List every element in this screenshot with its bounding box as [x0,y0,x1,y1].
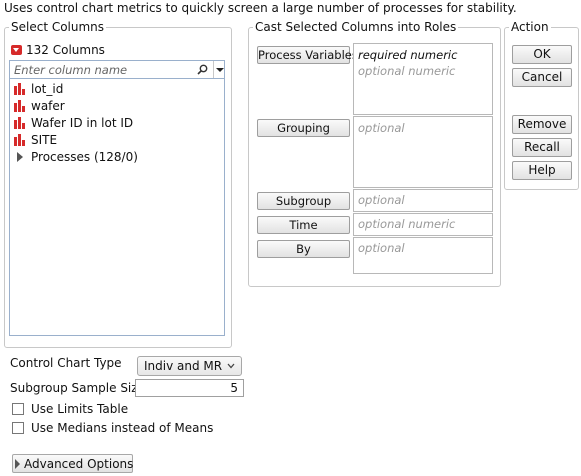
column-item-label: SITE [31,133,58,147]
column-count-menu[interactable]: 132 Columns [11,43,105,57]
remove-button[interactable]: Remove [512,115,572,134]
time-role-box[interactable]: optional numeric [353,213,493,236]
column-item-lot-id[interactable]: lot_id [14,81,63,97]
expand-triangle-icon[interactable] [17,152,23,162]
process-variables-role-box[interactable]: required numeric optional numeric [353,43,493,115]
red-triangle-menu-icon[interactable] [11,45,22,55]
control-chart-type-label: Control Chart Type [10,356,122,370]
column-count-label: 132 Columns [26,43,105,57]
grouping-optional-hint: optional [358,121,405,135]
action-legend: Action [511,20,549,34]
time-optional-hint: optional numeric [358,217,456,231]
column-item-wafer-id-in-lot-id[interactable]: Wafer ID in lot ID [14,115,133,131]
control-chart-type-value: Indiv and MR [144,359,223,373]
column-search-box [9,60,225,79]
bar-chart-icon [14,83,25,95]
use-medians-option[interactable]: Use Medians instead of Means [12,421,213,435]
use-limits-table-label: Use Limits Table [31,402,129,416]
column-item-wafer[interactable]: wafer [14,98,65,114]
expand-triangle-icon [15,458,20,469]
column-item-site[interactable]: SITE [14,132,57,148]
column-search-input[interactable] [10,61,208,78]
grouping-role-box[interactable]: optional [353,116,493,188]
subgroup-sample-size-input[interactable]: 5 [135,379,244,397]
advanced-options-button[interactable]: Advanced Options [12,454,133,473]
help-button[interactable]: Help [512,161,572,180]
by-optional-hint: optional [358,241,405,255]
column-item-label: wafer [31,99,65,113]
bar-chart-icon [14,117,25,129]
column-item-label: Wafer ID in lot ID [31,116,134,130]
cancel-button[interactable]: Cancel [512,68,572,87]
grouping-button[interactable]: Grouping [257,119,350,137]
search-options-dropdown-icon[interactable] [213,61,226,78]
subgroup-sample-size-label: Subgroup Sample Size [10,381,145,395]
bar-chart-icon [14,134,25,146]
time-button[interactable]: Time [257,216,350,234]
search-icon[interactable] [197,64,208,75]
use-medians-checkbox[interactable] [12,422,24,434]
process-variables-optional-hint: optional numeric [358,64,456,78]
column-list: lot_id wafer Wafer ID in lot ID SITE Pro… [9,79,225,336]
dialog-description: Uses control chart metrics to quickly sc… [4,1,517,15]
advanced-options-label: Advanced Options [24,456,134,471]
ok-button[interactable]: OK [512,45,572,64]
use-medians-label: Use Medians instead of Means [31,421,214,435]
column-group-processes[interactable]: Processes (128/0) [14,149,138,165]
use-limits-table-checkbox[interactable] [12,403,24,415]
chevron-down-icon [227,363,235,369]
control-chart-type-select[interactable]: Indiv and MR [137,356,242,376]
cast-roles-legend: Cast Selected Columns into Roles [255,20,457,34]
recall-button[interactable]: Recall [512,138,572,157]
subgroup-optional-hint: optional [358,193,405,207]
select-columns-legend: Select Columns [11,20,105,34]
subgroup-role-box[interactable]: optional [353,189,493,212]
column-item-label: lot_id [31,82,64,96]
use-limits-table-option[interactable]: Use Limits Table [12,402,128,416]
process-variables-button[interactable]: Process Variables [257,46,358,64]
by-button[interactable]: By [257,240,350,258]
subgroup-button[interactable]: Subgroup [257,192,350,210]
by-role-box[interactable]: optional [353,237,493,274]
process-variables-required-hint: required numeric [358,48,458,62]
column-group-label: Processes (128/0) [31,150,138,164]
bar-chart-icon [14,100,25,112]
